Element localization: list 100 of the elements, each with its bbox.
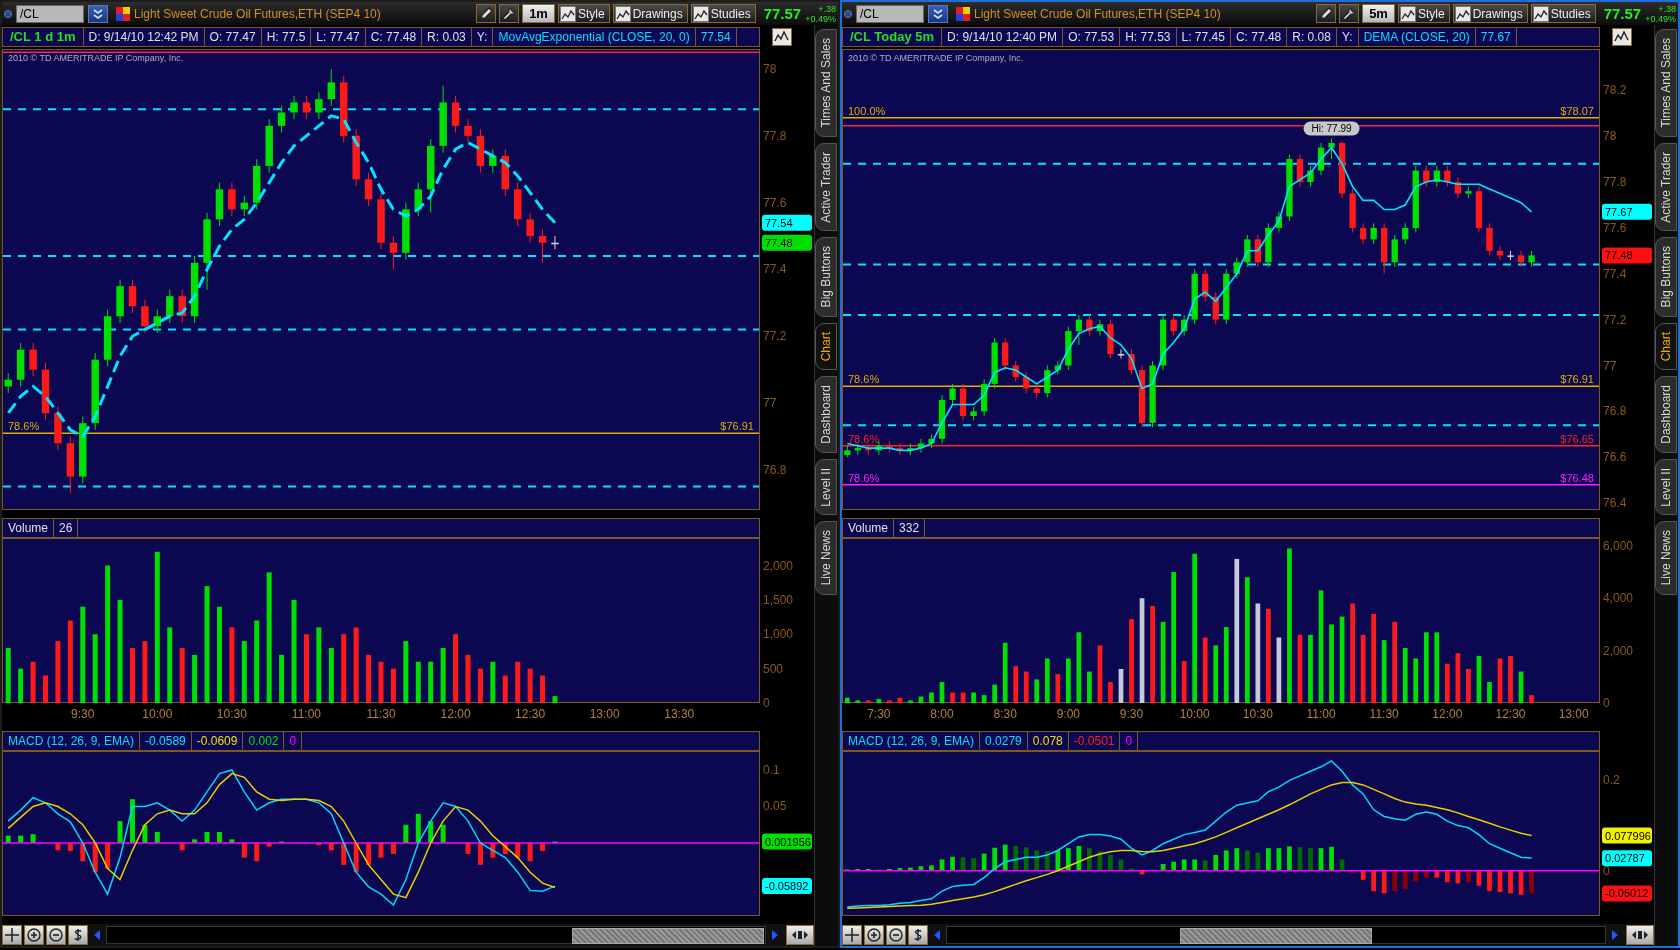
percent-change: +0.49%	[1645, 13, 1676, 24]
axis-label: 77	[1603, 358, 1617, 373]
axis-label: 2,000	[1603, 643, 1634, 658]
value-badge: 77.48	[1602, 247, 1652, 264]
info-cell: MovAvgExponential (CLOSE, 20, 0)	[493, 28, 696, 46]
axis-label: 78.2	[1603, 83, 1627, 98]
last-price: 77.57	[1603, 5, 1642, 22]
axis-label: 77.2	[1603, 312, 1627, 327]
value-badge: 0.02787	[1602, 850, 1652, 867]
high-label: Hi: 77.99	[1303, 121, 1360, 136]
axis-label: 0.2	[1603, 773, 1620, 788]
info-cell: 77.67	[1475, 28, 1517, 46]
study-value: 0.002	[243, 732, 285, 750]
info-cell: C: 77.48	[365, 28, 423, 46]
time-label: 9:00	[1056, 707, 1081, 721]
study-label: MACD (12, 26, 9, EMA)	[3, 732, 141, 750]
study-value: 332	[894, 519, 926, 537]
info-cell: /CL 1 d 1m	[3, 28, 84, 46]
last-price: 77.57	[763, 5, 802, 22]
level-label: $76.65	[1560, 432, 1594, 445]
time-label: 8:30	[993, 707, 1017, 721]
axis-label: 77.8	[1603, 175, 1627, 189]
study-value: 0.0279	[980, 732, 1028, 750]
axis-label: 4,000	[1603, 591, 1634, 606]
axis-label: 0	[763, 696, 770, 710]
info-cell: R: 0.03	[422, 28, 472, 46]
study-label: Volume	[843, 519, 895, 537]
axis-label: 77	[763, 396, 777, 411]
value-badge: -0.05012	[1602, 885, 1652, 902]
axis-label: 0.1	[763, 763, 780, 777]
axis-label: 77.8	[763, 128, 787, 143]
info-cell: O: 77.47	[204, 28, 262, 46]
info-cell: DEMA (CLOSE, 20)	[1358, 28, 1476, 46]
time-label: 10:00	[142, 707, 173, 721]
price-change: +.38	[817, 3, 836, 14]
info-cell: D: 9/14/10 12:42 PM	[83, 28, 205, 46]
axis-label: 1,500	[763, 592, 794, 607]
percent-change: +0.49%	[805, 13, 836, 24]
axis-label: 76.8	[1603, 404, 1627, 419]
level-label: $76.48	[1560, 471, 1594, 484]
time-label: 12:30	[515, 707, 546, 721]
value-badge: -0.05892	[762, 878, 812, 894]
axis-label: 78	[1603, 129, 1617, 144]
time-label: 10:30	[1242, 707, 1273, 721]
info-cell: Y:	[1337, 28, 1359, 46]
axis-label: 2,000	[763, 558, 794, 573]
info-cell: /CL Today 5m	[843, 28, 943, 46]
level-label: 78.6%	[848, 432, 880, 445]
time-label: 10:00	[1179, 707, 1210, 721]
time-label: 13:00	[589, 707, 620, 721]
info-cell: O: 77.53	[1063, 28, 1121, 46]
time-label: 11:00	[291, 707, 321, 721]
time-label: 12:00	[1432, 707, 1463, 721]
time-label: 7:30	[867, 707, 891, 721]
time-label: 12:30	[1495, 707, 1526, 721]
value-badge: 77.54	[762, 214, 812, 231]
info-cell: H: 77.53	[1120, 28, 1177, 46]
info-cell: H: 77.5	[261, 28, 312, 46]
axis-label: 1,000	[763, 627, 794, 642]
product-title: Light Sweet Crude Oil Futures,ETH (SEP4 10)	[974, 6, 1221, 21]
level-label: 78.6%	[848, 373, 880, 386]
value-badge: 0.001956	[762, 833, 812, 850]
axis-label: 77.4	[763, 262, 787, 277]
study-value: 26	[54, 519, 79, 537]
level-label: $78.07	[1560, 104, 1594, 117]
info-cell: L: 77.47	[311, 28, 366, 46]
axis-label: 0	[1603, 696, 1610, 710]
axis-label: 0.05	[763, 799, 787, 814]
product-title: Light Sweet Crude Oil Futures,ETH (SEP4 10)	[134, 6, 381, 21]
axis-label: 76.8	[763, 462, 787, 477]
time-label: 12:00	[440, 707, 471, 721]
level-label: $76.91	[1560, 373, 1594, 386]
time-label: 9:30	[1119, 707, 1144, 721]
info-cell: D: 9/14/10 12:40 PM	[942, 28, 1064, 46]
time-label: 11:30	[366, 707, 396, 721]
level-label: $76.91	[720, 420, 754, 433]
price-change: +.38	[1657, 3, 1676, 14]
level-label: 78.6%	[848, 471, 880, 484]
axis-label: 77.6	[1603, 220, 1627, 235]
time-label: 8:00	[930, 707, 954, 721]
time-label: 11:00	[1306, 707, 1336, 721]
study-value: 0	[1120, 732, 1139, 750]
study-value: -0.0589	[140, 732, 192, 750]
study-value: -0.0501	[1068, 732, 1121, 750]
info-cell: L: 77.45	[1176, 28, 1231, 46]
time-label: 10:30	[216, 707, 247, 721]
axis-label: 77.4	[1603, 266, 1627, 281]
info-cell: 77.54	[695, 28, 737, 46]
axis-label: 77.2	[763, 329, 787, 344]
copyright-text: 2010 © TD AMERITRADE IP Company, Inc.	[848, 53, 1024, 63]
study-value: -0.0609	[191, 732, 244, 750]
copyright-text: 2010 © TD AMERITRADE IP Company, Inc.	[8, 53, 184, 63]
axis-label: 76.6	[1603, 450, 1627, 465]
value-badge: 77.48	[762, 234, 812, 251]
info-cell: C: 77.48	[1230, 28, 1288, 46]
study-value: 0.078	[1027, 732, 1069, 750]
axis-label: 78	[763, 62, 777, 77]
study-label: Volume	[3, 519, 55, 537]
value-badge: 77.67	[1602, 203, 1652, 220]
axis-label: 77.6	[763, 195, 787, 210]
